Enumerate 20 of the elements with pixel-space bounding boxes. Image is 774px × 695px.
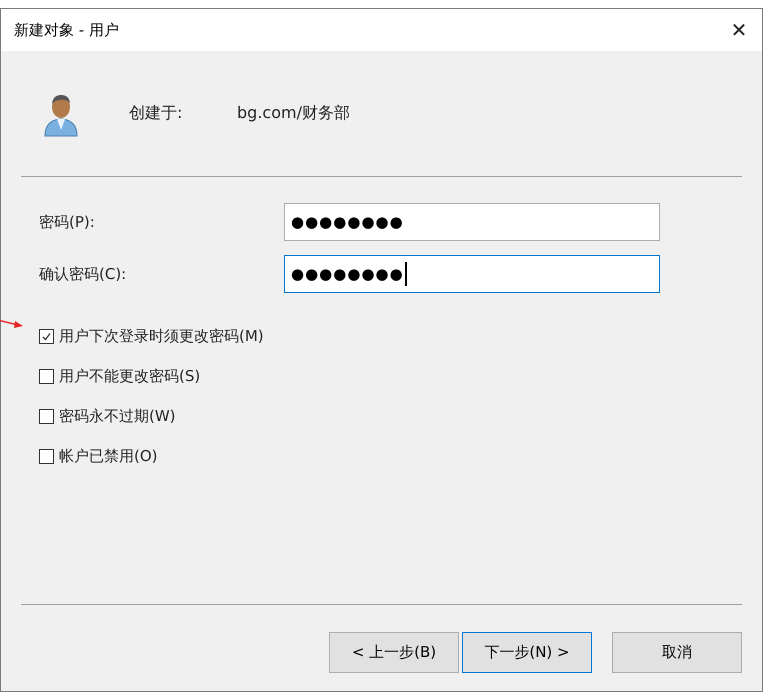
checkbox-label: 密码永不过期(W): [59, 407, 176, 426]
checkbox[interactable]: [39, 329, 54, 344]
window-title: 新建对象 - 用户: [14, 20, 119, 40]
close-button[interactable]: ✕: [716, 9, 762, 51]
checkbox[interactable]: [39, 449, 54, 464]
dialog-button[interactable]: 下一步(N) >: [462, 632, 592, 673]
field-label: 确认密码(C):: [38, 264, 128, 284]
check-icon: [41, 331, 52, 342]
password-field[interactable]: ●●●●●●●●: [284, 255, 660, 293]
container-path: bg.com/财务部: [237, 103, 350, 124]
checkbox-label: 用户不能更改密码(S): [59, 367, 200, 386]
checkbox[interactable]: [39, 369, 54, 384]
checkbox-label: 用户下次登录时须更改密码(M): [59, 327, 264, 346]
checkbox[interactable]: [39, 409, 54, 424]
password-field[interactable]: ●●●●●●●●: [284, 203, 660, 241]
dialog-button[interactable]: < 上一步(B): [329, 632, 459, 673]
created-in-label: 创建于:: [129, 103, 184, 124]
field-label: 密码(P):: [38, 212, 96, 232]
dialog-button[interactable]: 取消: [612, 632, 742, 673]
checkbox-label: 帐户已禁用(O): [59, 447, 158, 466]
